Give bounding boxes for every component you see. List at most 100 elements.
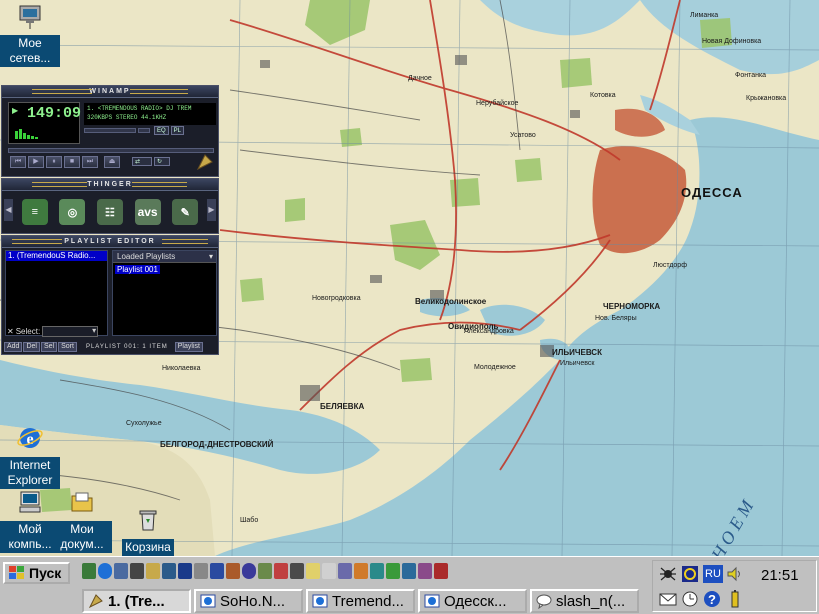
options-icon[interactable]: ☷ xyxy=(96,199,123,225)
close-icon[interactable]: ✕ xyxy=(7,327,14,336)
desktop-icon-recycle-bin[interactable]: Корзина xyxy=(118,506,178,556)
quick-launch-desktop-icon[interactable] xyxy=(82,563,96,579)
pl-toggle-button[interactable]: PL xyxy=(170,126,185,135)
start-button[interactable]: Пуск xyxy=(3,562,70,584)
task-button-slash[interactable]: slash_n(... xyxy=(530,589,639,613)
map-label: Котовка xyxy=(590,92,616,99)
clock[interactable]: 21:51 xyxy=(761,567,799,584)
stop-icon[interactable]: ■ xyxy=(64,156,80,168)
delete-button[interactable]: Del xyxy=(23,342,40,352)
quick-launch-app-icon[interactable] xyxy=(178,563,192,579)
titlebar-decoration xyxy=(130,89,188,94)
desktop-icon-my-network[interactable]: Мое сетев... xyxy=(0,2,60,67)
language-indicator[interactable]: RU xyxy=(703,565,723,583)
desktop-icon-internet-explorer[interactable]: e Internet Explorer xyxy=(0,424,60,489)
eject-icon[interactable]: ⏏ xyxy=(104,156,120,168)
map-label: Молодежное xyxy=(474,364,516,371)
playlist-editor-window[interactable]: PLAYLIST EDITOR 1. (TremendouS Radio... … xyxy=(1,235,219,355)
winamp-titlebar[interactable]: WINAMP xyxy=(2,86,218,98)
quick-launch-app-icon[interactable] xyxy=(274,563,288,579)
playlist-title: PLAYLIST EDITOR xyxy=(64,238,156,245)
seek-bar[interactable] xyxy=(8,148,214,153)
volume-slider[interactable] xyxy=(84,128,136,133)
sort-button[interactable]: Sort xyxy=(58,342,77,352)
tools-icon[interactable]: ✎ xyxy=(172,199,199,225)
playlist-titlebar[interactable]: PLAYLIST EDITOR xyxy=(2,236,218,248)
visualizer[interactable] xyxy=(13,127,75,139)
volume-icon[interactable] xyxy=(726,565,744,583)
quick-launch xyxy=(82,563,448,579)
help-icon[interactable]: ? xyxy=(703,590,721,608)
bitrate: 320KBPS xyxy=(87,114,113,121)
thinger-left-arrow-icon[interactable]: ◀ xyxy=(4,199,13,221)
map-label: Усатово xyxy=(510,132,536,139)
task-button-winamp[interactable]: 1. (Tre... xyxy=(82,589,191,613)
quick-launch-ie-icon[interactable] xyxy=(98,563,112,579)
play-icon[interactable]: ▶ xyxy=(28,156,44,168)
quick-launch-app-icon[interactable] xyxy=(194,563,208,579)
select-button[interactable]: Sel xyxy=(40,342,58,352)
quick-launch-app-icon[interactable] xyxy=(386,563,400,579)
pause-icon[interactable]: ⏸ xyxy=(46,156,62,168)
quick-launch-app-icon[interactable] xyxy=(338,563,352,579)
desktop-icon-my-documents[interactable]: Мои докум... xyxy=(52,488,112,553)
clock-icon[interactable] xyxy=(681,590,699,608)
quick-launch-app-icon[interactable] xyxy=(226,563,240,579)
network-status-icon[interactable] xyxy=(681,565,699,583)
eq-toggle-button[interactable]: EQ xyxy=(154,126,169,135)
quick-launch-explorer-icon[interactable] xyxy=(114,563,128,579)
select-dropdown[interactable] xyxy=(42,326,99,337)
thinger-window[interactable]: THINGER ◀ ≡ ◎ ☷ avs ✎ ▶ xyxy=(1,178,219,234)
previous-icon[interactable]: ⏮ xyxy=(10,156,26,168)
quick-launch-folder-icon[interactable] xyxy=(146,563,160,579)
balance-slider[interactable] xyxy=(138,128,150,133)
map-label: Нерубайское xyxy=(476,100,519,107)
desktop[interactable]: ОДЕССА ИЛЬИЧЕВСК Ильичевск БЕЛГОРОД-ДНЕС… xyxy=(0,0,819,556)
media-library-icon[interactable]: ◎ xyxy=(59,199,86,225)
quick-launch-app-icon[interactable] xyxy=(306,563,320,579)
quick-launch-app-icon[interactable] xyxy=(322,563,336,579)
track-info-display[interactable]: 1. <TREMENDOUS RADIO> DJ TREM 320KBPS ST… xyxy=(84,103,216,125)
quick-launch-app-icon[interactable] xyxy=(242,563,256,579)
quick-launch-word-icon[interactable] xyxy=(210,563,224,579)
task-button-odessa[interactable]: Одесск... xyxy=(418,589,527,613)
quick-launch-app-icon[interactable] xyxy=(258,563,272,579)
winamp-main-window[interactable]: WINAMP ▶ 149:09 1. <TREMENDOUS RADIO> DJ… xyxy=(1,85,219,177)
time-display[interactable]: ▶ 149:09 xyxy=(8,102,81,144)
quick-launch-app-icon[interactable] xyxy=(418,563,432,579)
desktop-icon-my-computer[interactable]: Мой компь... xyxy=(0,488,60,553)
task-label: Tremend... xyxy=(332,592,404,610)
desktop-icon-label: Мои докум... xyxy=(52,521,112,553)
task-button-tremend[interactable]: Tremend... xyxy=(306,589,415,613)
playlist-tracks[interactable]: 1. (TremendouS Radio... xyxy=(5,250,108,336)
quick-launch-app-icon[interactable] xyxy=(354,563,368,579)
shuffle-icon[interactable]: ⇄ xyxy=(132,157,152,166)
quick-launch-app-icon[interactable] xyxy=(370,563,384,579)
quick-launch-app-icon[interactable] xyxy=(290,563,304,579)
quick-launch-media-icon[interactable] xyxy=(162,563,176,579)
spider-icon[interactable] xyxy=(659,565,677,583)
winamp-logo-icon[interactable] xyxy=(195,152,215,172)
battery-icon[interactable] xyxy=(726,590,744,608)
quick-launch-app-icon[interactable] xyxy=(434,563,448,579)
loaded-playlists-panel[interactable]: Loaded Playlists Playlist 001 xyxy=(112,250,217,336)
thinger-titlebar[interactable]: THINGER xyxy=(2,179,218,191)
avs-icon[interactable]: avs xyxy=(134,199,161,225)
quick-launch-app-icon[interactable] xyxy=(402,563,416,579)
task-label: SoHo.N... xyxy=(220,592,286,610)
mail-icon[interactable] xyxy=(659,590,677,608)
thinger-right-arrow-icon[interactable]: ▶ xyxy=(207,199,216,221)
repeat-icon[interactable]: ↻ xyxy=(154,157,170,166)
map-label: Ильичевск xyxy=(560,360,595,367)
playlist-menu-button[interactable]: Playlist xyxy=(174,342,203,352)
add-button[interactable]: Add xyxy=(4,342,23,352)
map-label: Николаевка xyxy=(162,365,201,372)
playlist-icon[interactable]: ≡ xyxy=(21,199,48,225)
task-button-soho[interactable]: SoHo.N... xyxy=(194,589,303,613)
loaded-playlists-dropdown[interactable]: Loaded Playlists xyxy=(113,251,216,263)
quick-launch-monitor-icon[interactable] xyxy=(130,563,144,579)
playlist-track-item[interactable]: 1. (TremendouS Radio... xyxy=(6,251,107,261)
playlist-name-item[interactable]: Playlist 001 xyxy=(115,265,160,274)
next-icon[interactable]: ⏭ xyxy=(82,156,98,168)
chat-task-icon xyxy=(536,594,552,609)
